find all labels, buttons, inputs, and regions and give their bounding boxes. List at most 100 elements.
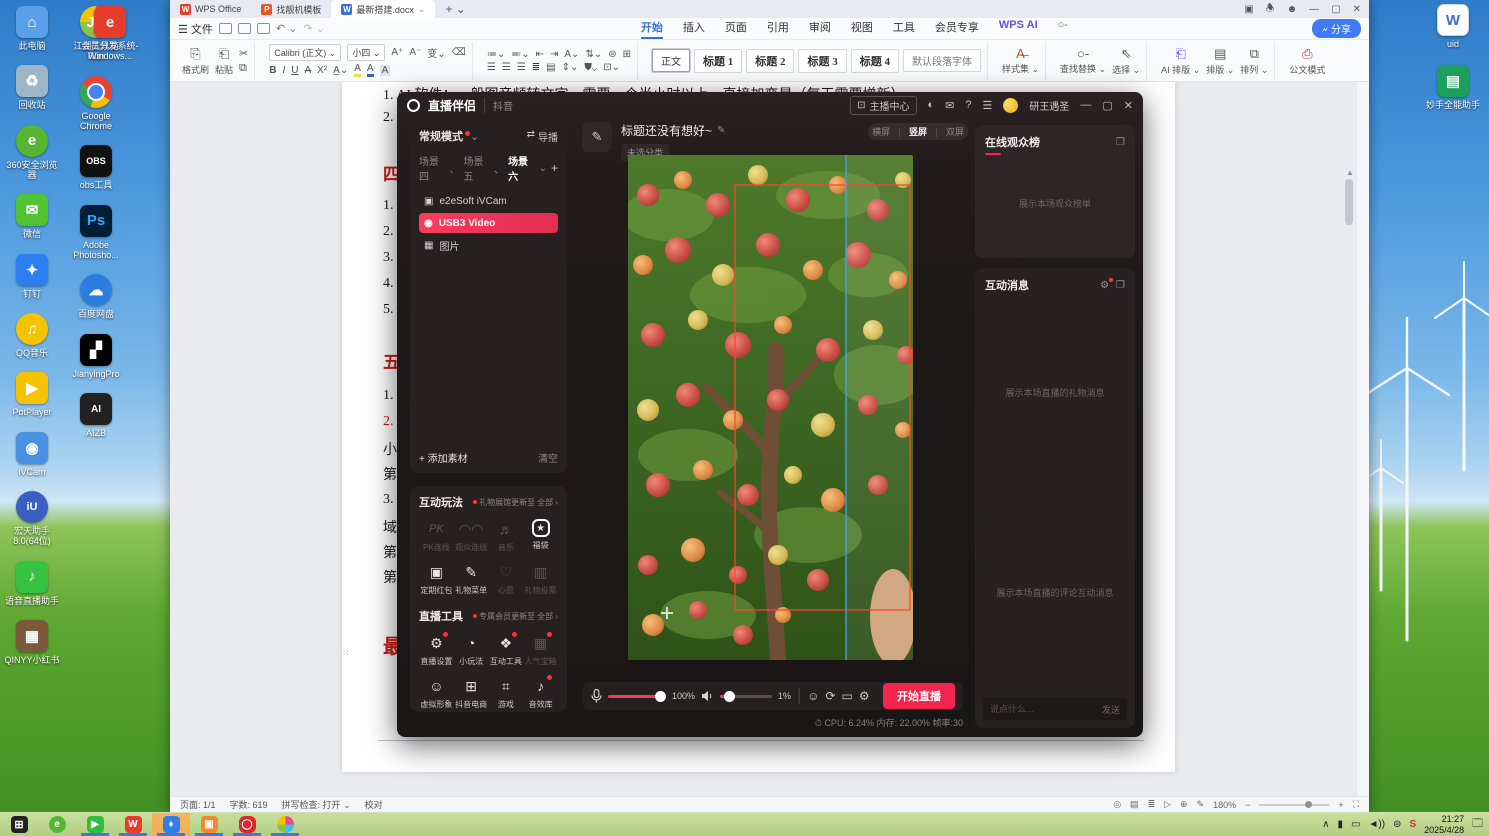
style-heading4[interactable]: 标题 4 xyxy=(850,48,899,73)
menu-insert[interactable]: 插入 xyxy=(683,19,705,39)
tool-ecommerce[interactable]: ⊞ 抖音电商 xyxy=(454,676,489,710)
ai-layout-button[interactable]: ⎗ AI 排版 ⌄ xyxy=(1161,46,1200,76)
tool-mini-play[interactable]: ◔ 小玩法 xyxy=(454,633,489,667)
bold-button[interactable]: B xyxy=(269,65,276,76)
add-material-button[interactable]: + 添加素材 xyxy=(419,450,468,465)
text-direction-icon[interactable]: A⌄ xyxy=(564,49,579,60)
web-view-icon[interactable]: ⊕ xyxy=(1180,799,1188,810)
close-button[interactable]: ✕ xyxy=(1353,4,1361,15)
play-gift-vote[interactable]: ▥ 礼物投票 xyxy=(523,562,558,596)
theme-icon[interactable]: ◐ xyxy=(928,99,935,111)
source-ivcam[interactable]: ▣ e2eSoft iVCam xyxy=(419,191,558,211)
mic-icon[interactable] xyxy=(591,689,602,703)
flip-camera-icon[interactable]: ⟳ xyxy=(825,689,835,703)
strikethrough-button[interactable]: A xyxy=(305,65,312,76)
shading-icon[interactable]: ⛊⌄ xyxy=(584,62,597,73)
menu-tools[interactable]: 工具 xyxy=(893,19,915,39)
style-heading2[interactable]: 标题 2 xyxy=(746,48,795,73)
taskbar-wps[interactable]: W xyxy=(114,813,152,836)
popout-icon[interactable]: ❐ xyxy=(1116,137,1125,148)
maximize-button[interactable]: ▢ xyxy=(1331,4,1340,15)
indent-icon[interactable]: ⇥ xyxy=(550,49,558,60)
save-icon[interactable] xyxy=(218,23,232,34)
scene-tab-6[interactable]: 场景六 xyxy=(508,153,535,183)
tray-expand-icon[interactable]: ∧ xyxy=(1322,819,1329,830)
edit-mode-icon[interactable]: ✎ xyxy=(1197,799,1205,810)
tab-current-doc[interactable]: W 最新搭建.docx ⌄ xyxy=(331,0,436,18)
desktop-icon-aizb[interactable]: AI AIZB xyxy=(66,393,126,438)
menu-reference[interactable]: 引用 xyxy=(767,19,789,39)
minimize-button[interactable]: — xyxy=(1309,4,1319,15)
desktop-icon-ivcam[interactable]: ◉ iVCam xyxy=(2,431,62,477)
notification-center-icon[interactable]: 🗔 xyxy=(1472,816,1483,833)
source-usb3-video[interactable]: ◉ USB3 Video xyxy=(419,213,558,233)
fullscreen-icon[interactable]: ⛶ xyxy=(1353,799,1359,810)
play-audience-link[interactable]: ◠◠ 观众连线 xyxy=(454,519,489,553)
border-icon[interactable]: ⊡⌄ xyxy=(603,62,620,73)
tool-virtual-avatar[interactable]: ☺ 虚拟形象 xyxy=(419,676,454,710)
scroll-up-icon[interactable]: ▲ xyxy=(1345,168,1355,177)
play-red-packet[interactable]: ▣ 定期红包 xyxy=(419,562,454,596)
volume-icon[interactable]: ◄)) xyxy=(1368,819,1385,830)
tab-template[interactable]: P 找靓机模板 xyxy=(251,0,331,18)
undo-icon[interactable]: ↶ ⌄ xyxy=(276,22,298,35)
zoom-out-button[interactable]: − xyxy=(1245,800,1250,810)
outline-view-icon[interactable]: ≣ xyxy=(1148,799,1156,810)
desktop-icon-uid[interactable]: Wuid xyxy=(1423,4,1483,49)
menu-review[interactable]: 审阅 xyxy=(809,19,831,39)
arrange-button[interactable]: ⧉ 排列 ⌄ xyxy=(1240,46,1268,76)
gov-mode-button[interactable]: ⎙ 公文模式 xyxy=(1289,46,1325,76)
play-view-icon[interactable]: ▷ xyxy=(1164,799,1171,810)
play-lucky-bag[interactable]: ★ 福袋 xyxy=(523,519,558,553)
superscript-button[interactable]: X² xyxy=(317,65,327,76)
clock[interactable]: 21:27 2025/4/28 xyxy=(1424,814,1464,836)
merge-icon[interactable]: ⊜ xyxy=(608,49,616,60)
layout-icon[interactable]: ▣ xyxy=(1244,4,1253,15)
beauty-icon[interactable]: ☺ xyxy=(807,689,819,703)
tab-landscape[interactable]: 横屏 xyxy=(872,125,890,138)
zoom-slider[interactable] xyxy=(1259,800,1330,808)
desktop-icon-member-system[interactable]: e 会员分发系统-Windows... xyxy=(80,6,140,62)
tab-wps-office[interactable]: W WPS Office xyxy=(170,0,251,18)
feedback-icon[interactable]: ✉ xyxy=(945,99,954,112)
desktop-icon-voice-live[interactable]: ♪ 语音直播助手 xyxy=(2,560,62,606)
desktop-icon-qinyy[interactable]: ▦ QINYY小红书 xyxy=(2,620,62,665)
ime-icon[interactable]: ⊜ xyxy=(1393,819,1401,830)
redo-icon[interactable]: ↷ ⌄ xyxy=(303,22,325,35)
taskbar-iqiyi[interactable]: ▶ xyxy=(76,813,114,836)
bullet-list-icon[interactable]: ≔⌄ xyxy=(487,49,505,60)
clear-format-icon[interactable]: ⌫ xyxy=(452,47,466,58)
tab-dual[interactable]: 双屏 xyxy=(946,125,964,138)
start-live-button[interactable]: 开始直播 xyxy=(883,683,955,709)
mode-select[interactable]: 常规模式 xyxy=(419,128,463,144)
scene-tab-4[interactable]: 场景四 xyxy=(419,153,446,183)
sogou-icon[interactable]: S xyxy=(1409,819,1416,830)
copy-icon[interactable]: ⧉ xyxy=(239,62,248,75)
menu-icon[interactable]: ☰ xyxy=(983,99,993,112)
proofread[interactable]: 校对 xyxy=(365,798,383,811)
align-right-icon[interactable]: ☰ xyxy=(517,62,526,73)
tools-all-link[interactable]: 全部 › xyxy=(537,611,558,622)
app-maximize-button[interactable]: ▢ xyxy=(1102,99,1112,112)
menu-home[interactable]: 开始 xyxy=(640,19,663,39)
director-toggle[interactable]: ⇄ 导播 xyxy=(527,129,558,144)
line-spacing-icon[interactable]: ⇕⌄ xyxy=(562,62,579,73)
desktop-icon-jianying[interactable]: ▞ JianyingPro xyxy=(66,333,126,379)
play-wish[interactable]: ♡ 心愿 xyxy=(489,562,524,596)
user-icon[interactable]: ☻ xyxy=(1287,4,1298,15)
style-heading1[interactable]: 标题 1 xyxy=(693,48,743,73)
speaker-volume-slider[interactable] xyxy=(720,690,773,702)
source-image[interactable]: ▦ 图片 xyxy=(419,235,558,255)
display-icon[interactable]: ▭ xyxy=(1351,819,1360,830)
tool-popularity[interactable]: ▦ 人气宝箱 xyxy=(523,632,558,667)
paste-button[interactable]: ⎗ 粘贴 xyxy=(215,46,233,76)
char-shading-button[interactable]: A xyxy=(379,64,391,76)
sort-icon[interactable]: ⇅⌄ xyxy=(585,49,602,60)
add-scene-button[interactable]: + xyxy=(551,161,558,175)
distribute-icon[interactable]: ▤ xyxy=(546,62,555,73)
text-outline-icon[interactable]: A̲⌄ xyxy=(333,65,348,76)
number-list-icon[interactable]: ≕⌄ xyxy=(511,49,529,60)
drag-handle-icon[interactable]: ⁙ xyxy=(342,648,352,660)
speaker-icon[interactable] xyxy=(701,690,714,702)
font-color-button[interactable]: A xyxy=(366,63,374,77)
